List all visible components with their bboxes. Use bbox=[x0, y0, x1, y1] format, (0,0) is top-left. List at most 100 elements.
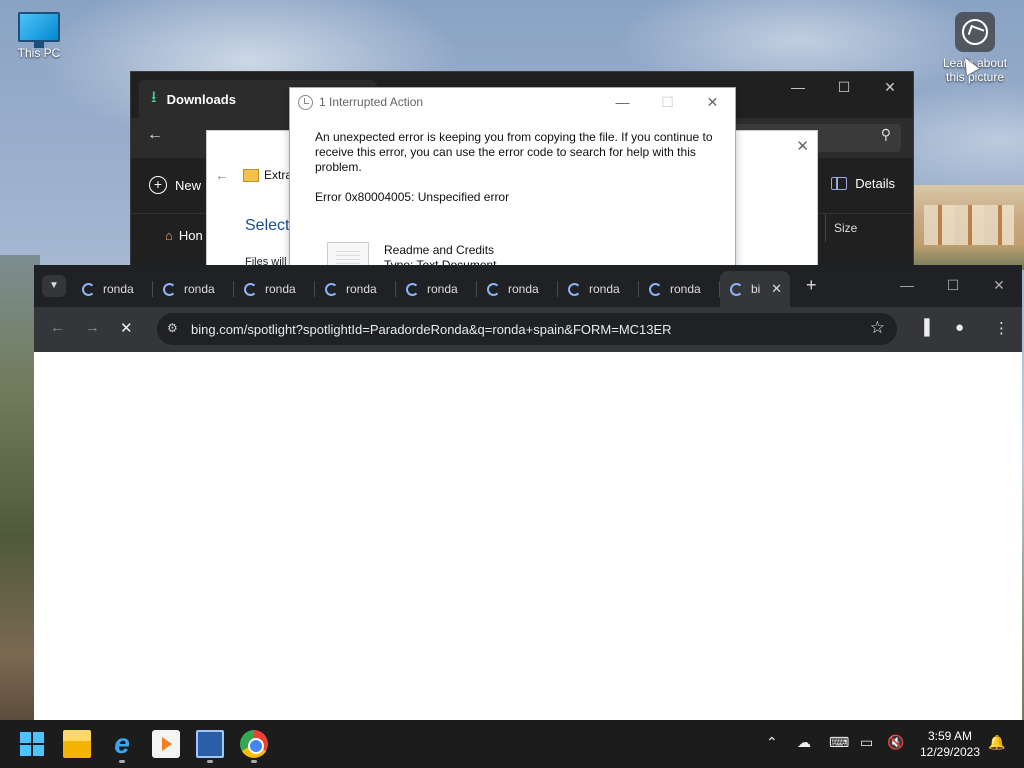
close-icon[interactable]: ✕ bbox=[796, 137, 809, 155]
details-pane-icon bbox=[831, 177, 848, 190]
app-taskbar-icon[interactable] bbox=[196, 730, 224, 758]
browser-tab-active[interactable]: bi ✕ bbox=[720, 271, 790, 307]
desktop-icon-this-pc[interactable]: This PC bbox=[4, 12, 74, 60]
forward-button[interactable]: → bbox=[85, 319, 100, 336]
dialog-titlebar: 1 Interrupted Action — ☐ ✕ bbox=[290, 88, 735, 116]
explorer-window-controls: — ☐ ✕ bbox=[775, 72, 913, 102]
running-indicator bbox=[251, 760, 257, 763]
loading-spinner-icon bbox=[325, 282, 338, 296]
browser-toolbar: ← → ✕ ⚙ bing.com/spotlight?spotlightId=P… bbox=[34, 307, 1022, 352]
page-content[interactable] bbox=[34, 352, 1022, 720]
tab-title: ronda bbox=[589, 282, 620, 296]
tab-title: ronda bbox=[265, 282, 296, 296]
address-bar[interactable]: ⚙ bing.com/spotlight?spotlightId=Parador… bbox=[157, 313, 897, 345]
tab-close-icon[interactable]: ✕ bbox=[771, 281, 782, 297]
sidebar-item-label: Hon bbox=[178, 228, 203, 243]
extract-header: Extra bbox=[243, 168, 292, 182]
loading-spinner-icon bbox=[487, 282, 500, 296]
browser-tab[interactable]: ronda bbox=[639, 271, 720, 307]
dialog-window-controls: — ☐ ✕ bbox=[600, 88, 735, 116]
minimize-button[interactable]: — bbox=[775, 72, 821, 102]
media-player-taskbar-icon[interactable] bbox=[152, 730, 180, 758]
browser-tab[interactable]: ronda bbox=[396, 271, 477, 307]
desktop-icon-learn-about-picture[interactable]: Learn about this picture bbox=[940, 12, 1010, 84]
site-info-icon[interactable]: ⚙ bbox=[167, 321, 178, 335]
error-code: Error 0x80004005: Unspecified error bbox=[315, 190, 510, 204]
stop-loading-button[interactable]: ✕ bbox=[120, 319, 133, 337]
new-tab-button[interactable]: + bbox=[806, 275, 817, 296]
browser-tab[interactable]: ronda bbox=[558, 271, 639, 307]
back-arrow-icon[interactable]: ← bbox=[147, 126, 163, 144]
minimize-button[interactable]: — bbox=[884, 265, 930, 305]
loading-spinner-icon bbox=[163, 282, 176, 296]
close-button[interactable]: ✕ bbox=[976, 265, 1022, 305]
tab-title: ronda bbox=[103, 282, 134, 296]
column-header-size[interactable]: Size bbox=[825, 214, 911, 242]
search-icon[interactable]: ⚲ bbox=[881, 126, 891, 143]
running-indicator bbox=[207, 760, 213, 763]
chrome-taskbar-icon[interactable] bbox=[240, 730, 268, 758]
loading-spinner-icon bbox=[82, 282, 95, 296]
close-button[interactable]: ✕ bbox=[690, 88, 735, 116]
tab-strip: ▼ ronda ronda ronda ronda ronda ronda ro… bbox=[34, 265, 1022, 307]
extract-heading: Select bbox=[245, 217, 290, 234]
running-indicator bbox=[119, 760, 125, 763]
file-explorer-taskbar-icon[interactable] bbox=[63, 730, 91, 758]
loading-spinner-icon bbox=[244, 282, 257, 296]
browser-tab[interactable]: ronda bbox=[477, 271, 558, 307]
minimize-button[interactable]: — bbox=[600, 88, 645, 116]
volume-muted-icon[interactable]: 🔇 bbox=[887, 734, 904, 751]
error-message: An unexpected error is keeping you from … bbox=[315, 130, 713, 174]
side-panel-icon[interactable]: ▐ bbox=[919, 319, 930, 336]
internet-explorer-taskbar-icon[interactable]: e bbox=[108, 730, 136, 758]
home-icon: ⌂ bbox=[165, 228, 173, 243]
browser-tab[interactable]: ronda bbox=[153, 271, 234, 307]
loading-spinner-icon bbox=[730, 282, 743, 296]
camera-info-icon bbox=[955, 12, 995, 52]
close-button[interactable]: ✕ bbox=[867, 72, 913, 102]
explorer-tab-title: Downloads bbox=[166, 91, 236, 107]
taskbar: e ⌃ ☁ ⌨ ▭ 🔇 3:59 AM 12/29/2023 🔔 bbox=[0, 720, 1024, 768]
notification-bell-icon[interactable]: 🔔 bbox=[988, 734, 1005, 751]
new-button-label: New bbox=[175, 177, 202, 193]
browser-tab[interactable]: ronda bbox=[234, 271, 315, 307]
tab-title: ronda bbox=[184, 282, 215, 296]
chrome-window-controls: — ☐ ✕ bbox=[884, 265, 1022, 305]
loading-spinner-icon bbox=[649, 282, 662, 296]
plus-circle-icon: + bbox=[149, 176, 167, 194]
show-hidden-icons-chevron-icon[interactable]: ⌃ bbox=[766, 734, 778, 751]
clock-time: 3:59 AM bbox=[927, 729, 973, 743]
network-icon[interactable]: ▭ bbox=[860, 734, 873, 751]
onedrive-icon[interactable]: ☁ bbox=[797, 734, 811, 751]
tabs: ronda ronda ronda ronda ronda ronda rond… bbox=[72, 271, 790, 307]
browser-tab[interactable]: ronda bbox=[315, 271, 396, 307]
details-button-label: Details bbox=[855, 176, 895, 191]
loading-spinner-icon bbox=[568, 282, 581, 296]
maximize-button[interactable]: ☐ bbox=[930, 265, 976, 305]
file-name: Readme and Credits bbox=[384, 243, 495, 257]
wallpaper-town-right bbox=[914, 185, 1024, 270]
keyboard-icon[interactable]: ⌨ bbox=[829, 734, 849, 751]
tab-title: ronda bbox=[346, 282, 377, 296]
url-text: bing.com/spotlight?spotlightId=Paradorde… bbox=[191, 321, 672, 337]
maximize-button: ☐ bbox=[661, 94, 674, 110]
clock-icon bbox=[298, 94, 313, 110]
interrupted-action-dialog: 1 Interrupted Action — ☐ ✕ An unexpected… bbox=[289, 87, 736, 272]
chrome-window: ▼ ronda ronda ronda ronda ronda ronda ro… bbox=[34, 265, 1022, 720]
back-button[interactable]: ← bbox=[50, 319, 65, 336]
profile-icon[interactable]: ● bbox=[955, 319, 964, 336]
tab-search-button[interactable]: ▼ bbox=[42, 275, 66, 297]
details-button[interactable]: Details bbox=[831, 176, 895, 191]
menu-kebab-icon[interactable]: ⋮ bbox=[994, 319, 1009, 337]
sidebar-item-home[interactable]: ⌂ Hon bbox=[165, 228, 203, 243]
desktop-icon-label-line2: this picture bbox=[945, 70, 1005, 84]
new-button[interactable]: + New bbox=[149, 176, 201, 194]
maximize-button[interactable]: ☐ bbox=[821, 72, 867, 102]
system-clock[interactable]: 3:59 AM 12/29/2023 bbox=[916, 728, 984, 760]
tab-title: ronda bbox=[427, 282, 458, 296]
back-arrow-icon[interactable]: ← bbox=[215, 167, 229, 183]
download-icon: ⭳ bbox=[151, 88, 157, 106]
start-button[interactable] bbox=[20, 730, 48, 758]
browser-tab[interactable]: ronda bbox=[72, 271, 153, 307]
bookmark-star-icon[interactable]: ☆ bbox=[870, 318, 885, 338]
